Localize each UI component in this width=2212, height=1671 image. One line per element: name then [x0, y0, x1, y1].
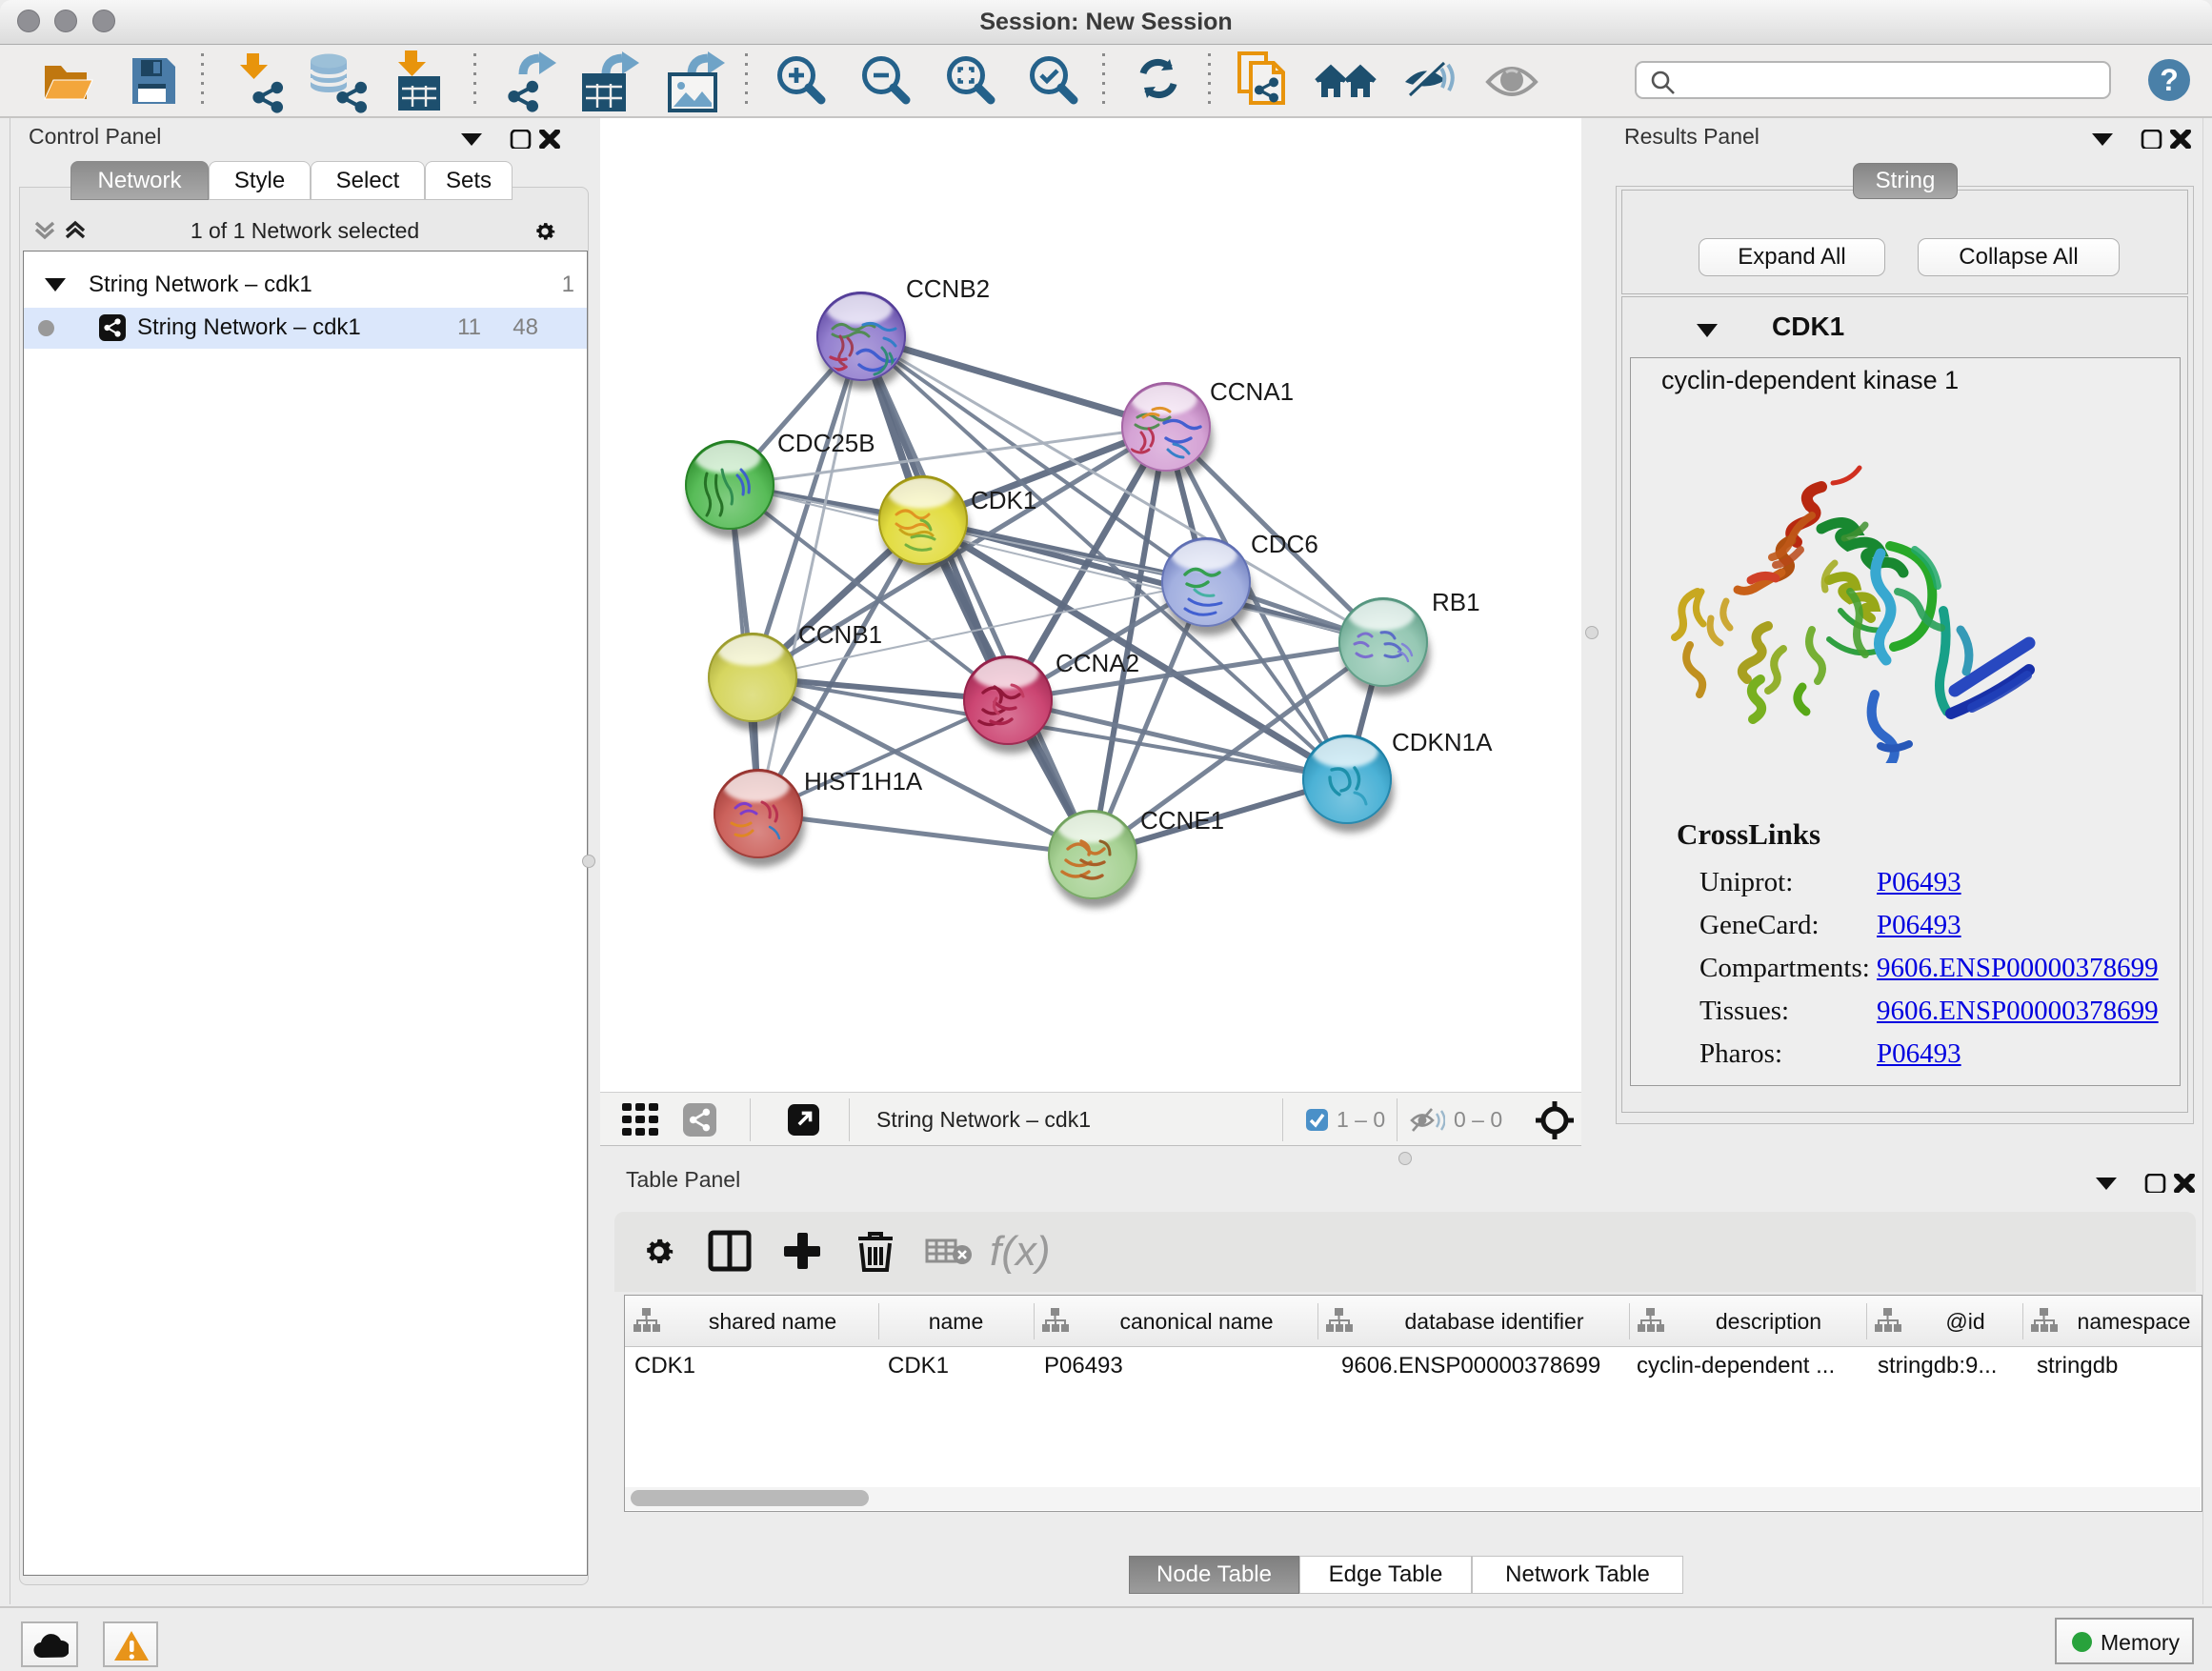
svg-text:CDKN1A: CDKN1A [1392, 728, 1493, 756]
svg-text:RB1: RB1 [1432, 588, 1480, 616]
svg-text:CDC6: CDC6 [1251, 530, 1318, 558]
svg-text:CCNA1: CCNA1 [1210, 377, 1294, 406]
svg-text:CCNB2: CCNB2 [906, 274, 990, 303]
svg-text:CCNB1: CCNB1 [798, 620, 882, 649]
svg-text:f(x): f(x) [990, 1228, 1051, 1275]
svg-text:?: ? [2160, 63, 2179, 97]
svg-text:CCNE1: CCNE1 [1140, 806, 1224, 835]
svg-text:CDC25B: CDC25B [777, 429, 875, 457]
svg-text:CCNA2: CCNA2 [1056, 649, 1139, 677]
svg-text:CDK1: CDK1 [971, 486, 1036, 514]
svg-text:HIST1H1A: HIST1H1A [804, 767, 923, 795]
